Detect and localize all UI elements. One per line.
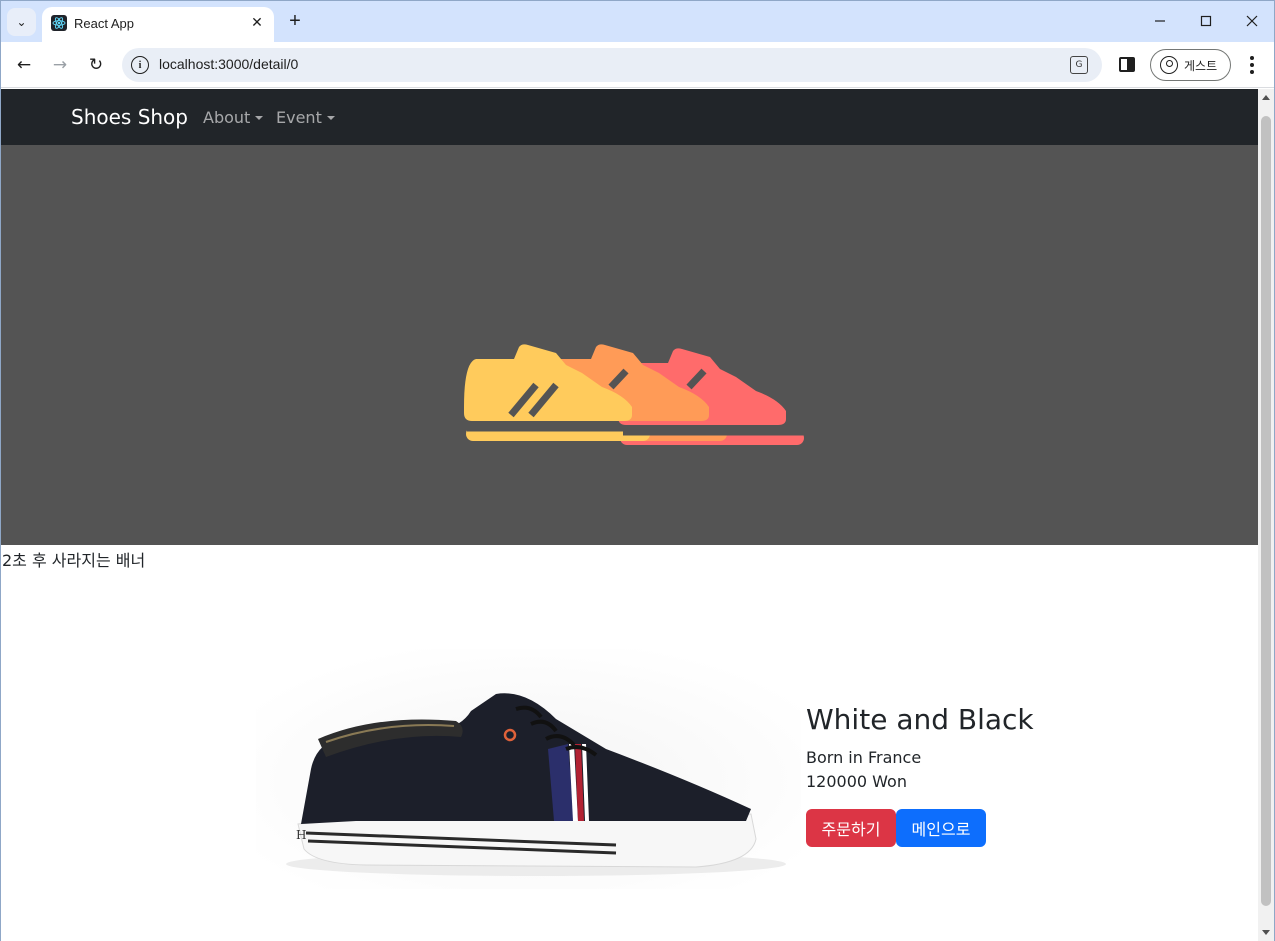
profile-icon [1160, 56, 1178, 74]
app-navbar: Shoes Shop About Event [1, 89, 1258, 145]
shoes-logo-image [464, 344, 804, 445]
product-image: H [256, 649, 801, 889]
maximize-icon[interactable] [1194, 10, 1218, 32]
close-window-icon[interactable] [1240, 10, 1264, 32]
address-bar[interactable]: i localhost:3000/detail/0 G [122, 48, 1102, 82]
scroll-up-icon[interactable] [1262, 95, 1270, 100]
go-main-button[interactable]: 메인으로 [896, 809, 986, 847]
translate-icon[interactable]: G [1070, 56, 1088, 74]
profile-label: 게스트 [1184, 58, 1218, 73]
product-origin: Born in France [806, 748, 922, 767]
tab-title: React App [74, 16, 134, 31]
profile-button[interactable]: 게스트 [1150, 49, 1231, 81]
page-viewport: Shoes Shop About Event 2초 후 사라지는 배너 H Wh… [1, 89, 1258, 941]
svg-text:H: H [296, 828, 306, 842]
tab-react-app[interactable]: React App ✕ [42, 7, 274, 42]
nav-dropdown-event[interactable]: Event [276, 108, 335, 127]
page-scrollbar[interactable] [1258, 89, 1274, 941]
nav-link-label: About [203, 108, 251, 127]
scroll-down-icon[interactable] [1262, 930, 1270, 935]
brand-link[interactable]: Shoes Shop [71, 105, 188, 129]
back-icon[interactable]: ← [11, 52, 37, 78]
product-title: White and Black [806, 703, 1034, 736]
browser-toolbar: ← → ↻ i localhost:3000/detail/0 G 게스트 [1, 42, 1274, 88]
caret-down-icon [326, 115, 335, 120]
forward-icon[interactable]: → [47, 52, 73, 78]
hero-banner [1, 145, 1258, 545]
product-price: 120000 Won [806, 772, 907, 791]
close-icon[interactable]: ✕ [248, 14, 266, 32]
nav-link-label: Event [276, 108, 322, 127]
site-info-icon[interactable]: i [131, 56, 149, 74]
kebab-menu-icon[interactable] [1241, 54, 1263, 76]
url-text[interactable]: localhost:3000/detail/0 [159, 56, 298, 72]
caret-down-icon [255, 115, 264, 120]
side-panel-icon[interactable] [1119, 57, 1135, 72]
timed-banner-text: 2초 후 사라지는 배너 [2, 551, 146, 570]
react-favicon-icon [51, 15, 67, 31]
plus-icon[interactable]: + [284, 10, 306, 32]
browser-window: ⌄ React App ✕ + ← → ↻ i localhost:3000/d… [0, 0, 1275, 941]
order-button[interactable]: 주문하기 [806, 809, 896, 847]
nav-dropdown-about[interactable]: About [203, 108, 264, 127]
minimize-icon[interactable] [1148, 10, 1172, 32]
reload-icon[interactable]: ↻ [83, 52, 109, 78]
scroll-thumb[interactable] [1261, 116, 1271, 906]
tab-strip: ⌄ React App ✕ + [1, 1, 1274, 42]
tab-search-icon[interactable]: ⌄ [7, 8, 36, 36]
